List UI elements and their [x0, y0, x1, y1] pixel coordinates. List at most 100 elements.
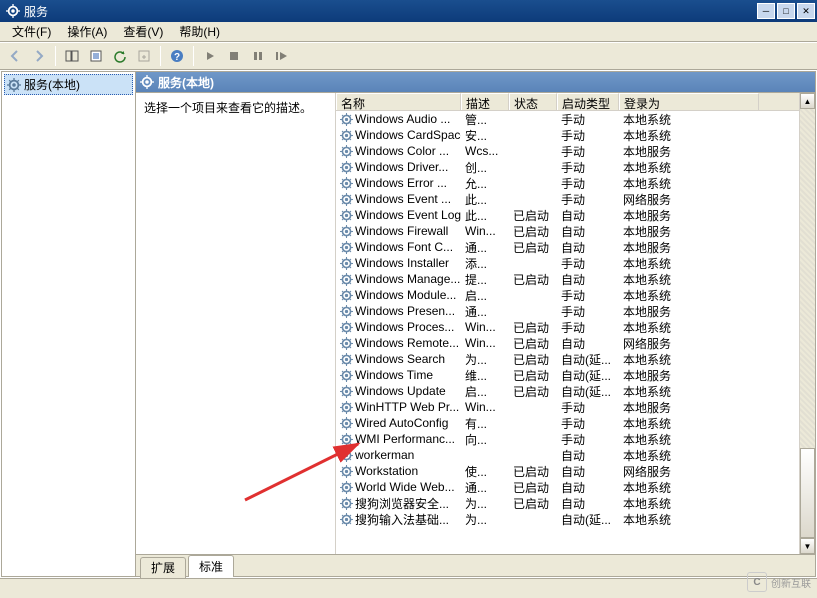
cell-name: Windows Time	[336, 368, 461, 382]
service-row[interactable]: WMI Performanc...向...手动本地系统	[336, 431, 815, 447]
scroll-down-button[interactable]: ▼	[800, 538, 815, 554]
service-row[interactable]: Windows Remote...Win...已启动自动网络服务	[336, 335, 815, 351]
cell-startup: 自动(延...	[557, 511, 619, 528]
cell-logon: 本地系统	[619, 511, 759, 528]
service-row[interactable]: Wired AutoConfig有...手动本地系统	[336, 415, 815, 431]
col-startup[interactable]: 启动类型	[557, 93, 619, 110]
cell-logon: 本地服务	[619, 303, 759, 320]
service-row[interactable]: Windows Time维...已启动自动(延...本地服务	[336, 367, 815, 383]
service-row[interactable]: Windows Event Log此...已启动自动本地服务	[336, 207, 815, 223]
service-row[interactable]: Windows Font C...通...已启动自动本地服务	[336, 239, 815, 255]
help-button[interactable]: ?	[166, 45, 188, 67]
cell-logon: 本地服务	[619, 399, 759, 416]
cell-name: Windows Audio ...	[336, 112, 461, 126]
description-prompt: 选择一个项目来查看它的描述。	[144, 101, 312, 115]
cell-startup: 自动	[557, 207, 619, 224]
show-hide-button[interactable]	[61, 45, 83, 67]
tree-pane[interactable]: 服务(本地)	[2, 72, 136, 576]
cell-logon: 网络服务	[619, 335, 759, 352]
status-bar	[0, 578, 817, 598]
export-button[interactable]	[133, 45, 155, 67]
menu-action[interactable]: 操作(A)	[59, 21, 115, 42]
service-row[interactable]: workerman自动本地系统	[336, 447, 815, 463]
close-button[interactable]: ✕	[797, 3, 815, 19]
maximize-button[interactable]: □	[777, 3, 795, 19]
cell-startup: 自动	[557, 239, 619, 256]
col-desc[interactable]: 描述	[461, 93, 509, 110]
tree-root-item[interactable]: 服务(本地)	[4, 74, 133, 95]
column-headers: 名称 描述 状态 启动类型 登录为	[336, 93, 815, 111]
tab-extended[interactable]: 扩展	[140, 557, 186, 578]
col-name[interactable]: 名称	[336, 93, 461, 110]
cell-desc: Win...	[461, 320, 509, 334]
vertical-scrollbar[interactable]: ▲ ▼	[799, 93, 815, 554]
cell-logon: 本地服务	[619, 143, 759, 160]
service-row[interactable]: Windows Manage...提...已启动自动本地系统	[336, 271, 815, 287]
menu-file[interactable]: 文件(F)	[4, 21, 59, 42]
cell-logon: 本地服务	[619, 239, 759, 256]
cell-logon: 本地系统	[619, 479, 759, 496]
service-rows: Windows Audio ...管...手动本地系统Windows CardS…	[336, 111, 815, 554]
cell-logon: 本地系统	[619, 255, 759, 272]
col-logon[interactable]: 登录为	[619, 93, 759, 110]
service-row[interactable]: Windows Color ...Wcs...手动本地服务	[336, 143, 815, 159]
service-row[interactable]: Windows Installer添...手动本地系统	[336, 255, 815, 271]
start-button[interactable]	[199, 45, 221, 67]
cell-name: 搜狗输入法基础...	[336, 511, 461, 528]
scroll-up-button[interactable]: ▲	[800, 93, 815, 109]
forward-button[interactable]	[28, 45, 50, 67]
tree-root-label: 服务(本地)	[24, 76, 80, 93]
service-row[interactable]: Windows Update启...已启动自动(延...本地系统	[336, 383, 815, 399]
cell-status: 已启动	[509, 479, 557, 496]
minimize-button[interactable]: ─	[757, 3, 775, 19]
cell-desc: 创...	[461, 159, 509, 176]
service-row[interactable]: Windows Module...启...手动本地系统	[336, 287, 815, 303]
service-row[interactable]: Windows CardSpace安...手动本地系统	[336, 127, 815, 143]
restart-button[interactable]	[271, 45, 293, 67]
cell-status: 已启动	[509, 223, 557, 240]
service-row[interactable]: Windows Presen...通...手动本地服务	[336, 303, 815, 319]
cell-name: workerman	[336, 448, 461, 462]
tab-standard[interactable]: 标准	[188, 555, 234, 577]
cell-startup: 手动	[557, 287, 619, 304]
refresh-button[interactable]	[109, 45, 131, 67]
pause-button[interactable]	[247, 45, 269, 67]
service-row[interactable]: 搜狗输入法基础...为...自动(延...本地系统	[336, 511, 815, 527]
cell-desc: 此...	[461, 207, 509, 224]
service-row[interactable]: Windows Driver...创...手动本地系统	[336, 159, 815, 175]
service-row[interactable]: WinHTTP Web Pr...Win...手动本地服务	[336, 399, 815, 415]
service-row[interactable]: 搜狗浏览器安全...为...已启动自动本地系统	[336, 495, 815, 511]
cell-logon: 本地系统	[619, 319, 759, 336]
service-list[interactable]: 名称 描述 状态 启动类型 登录为 Windows Audio ...管...手…	[336, 93, 815, 554]
cell-name: Windows Font C...	[336, 240, 461, 254]
cell-logon: 本地系统	[619, 111, 759, 128]
cell-startup: 自动(延...	[557, 383, 619, 400]
toolbar: ?	[0, 42, 817, 70]
cell-logon: 本地服务	[619, 367, 759, 384]
service-row[interactable]: World Wide Web...通...已启动自动本地系统	[336, 479, 815, 495]
cell-logon: 本地系统	[619, 351, 759, 368]
service-row[interactable]: Windows Proces...Win...已启动手动本地系统	[336, 319, 815, 335]
scroll-thumb[interactable]	[800, 448, 815, 538]
col-status[interactable]: 状态	[509, 93, 557, 110]
cell-logon: 本地服务	[619, 223, 759, 240]
cell-name: Windows CardSpace	[336, 128, 461, 142]
menu-help[interactable]: 帮助(H)	[171, 21, 228, 42]
back-button[interactable]	[4, 45, 26, 67]
cell-desc: 向...	[461, 431, 509, 448]
cell-name: 搜狗浏览器安全...	[336, 495, 461, 512]
service-row[interactable]: Windows FirewallWin...已启动自动本地服务	[336, 223, 815, 239]
cell-status: 已启动	[509, 335, 557, 352]
cell-desc: 添...	[461, 255, 509, 272]
scroll-track[interactable]	[800, 109, 815, 538]
properties-button[interactable]	[85, 45, 107, 67]
menu-view[interactable]: 查看(V)	[115, 21, 171, 42]
stop-button[interactable]	[223, 45, 245, 67]
service-row[interactable]: Windows Search为...已启动自动(延...本地系统	[336, 351, 815, 367]
service-row[interactable]: Windows Error ...允...手动本地系统	[336, 175, 815, 191]
service-row[interactable]: Workstation使...已启动自动网络服务	[336, 463, 815, 479]
cell-logon: 本地系统	[619, 175, 759, 192]
cell-logon: 本地系统	[619, 287, 759, 304]
service-row[interactable]: Windows Audio ...管...手动本地系统	[336, 111, 815, 127]
service-row[interactable]: Windows Event ...此...手动网络服务	[336, 191, 815, 207]
